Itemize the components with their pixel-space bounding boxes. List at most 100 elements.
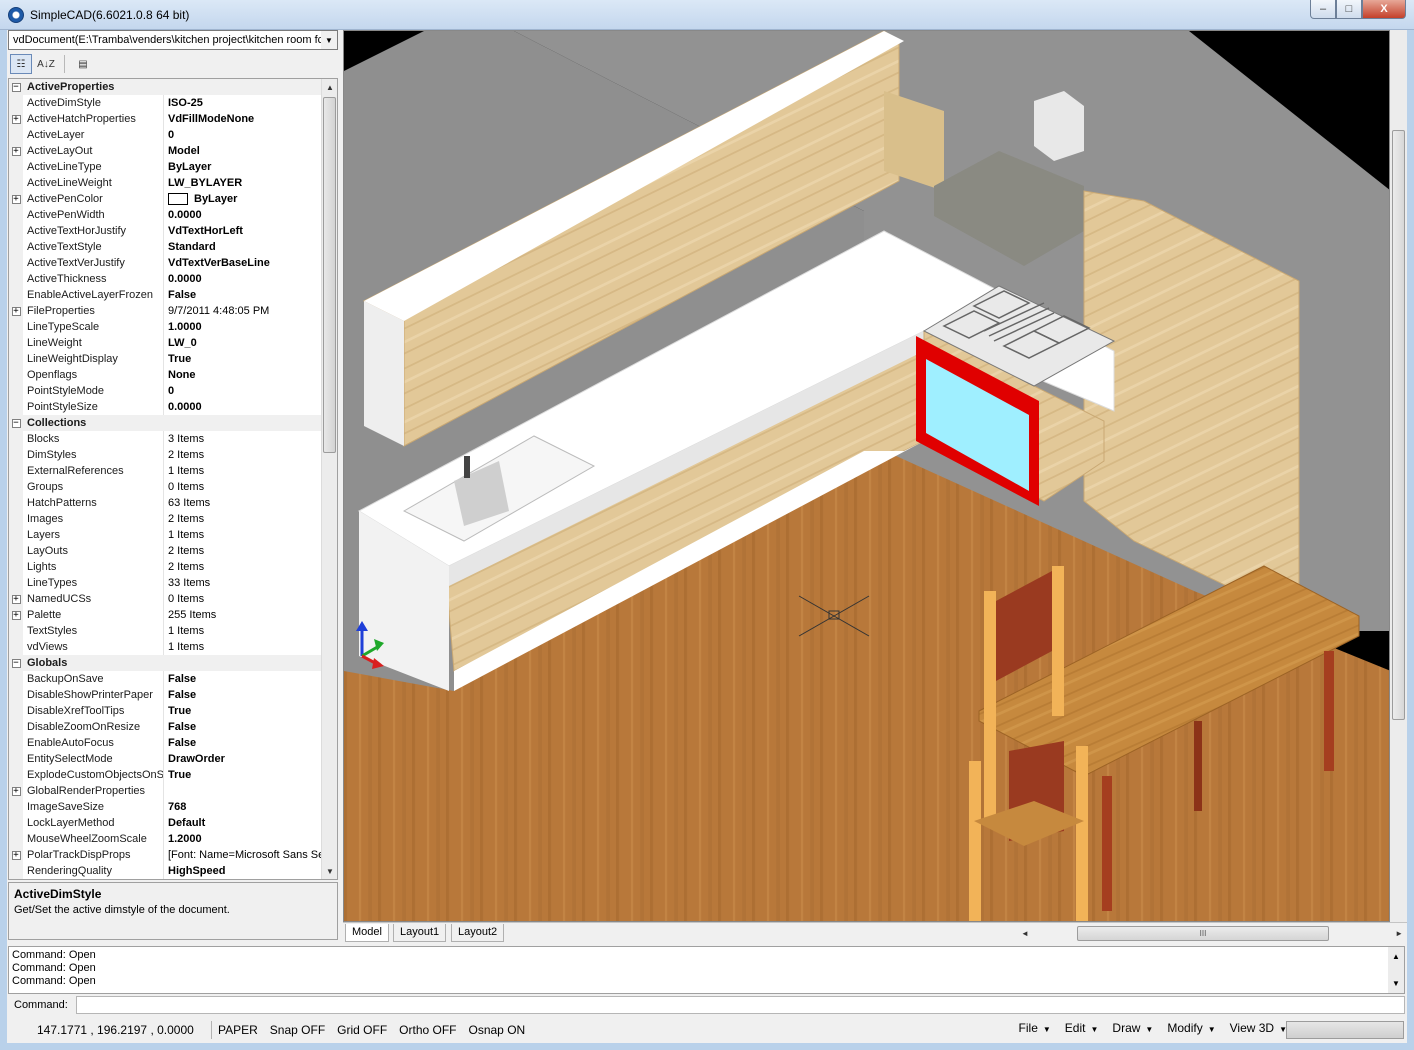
expand-icon[interactable]: + (11, 786, 21, 796)
property-row[interactable]: EntitySelectMode DrawOrder (9, 751, 323, 767)
property-row[interactable]: LockLayerMethod Default (9, 815, 323, 831)
property-value[interactable]: Standard (164, 239, 323, 255)
property-value[interactable]: 3 Items (164, 431, 323, 447)
property-row[interactable]: ExternalReferences 1 Items (9, 463, 323, 479)
property-row[interactable]: RenderingQuality HighSpeed (9, 863, 323, 879)
tab-layout1[interactable]: Layout1 (393, 924, 447, 942)
property-value[interactable]: 255 Items (164, 607, 323, 623)
property-row[interactable]: LayOuts 2 Items (9, 543, 323, 559)
property-value[interactable]: 0 (164, 383, 323, 399)
property-value[interactable]: 0.0000 (164, 399, 323, 415)
menu-edit[interactable]: Edit ▼ (1065, 1021, 1099, 1035)
property-row[interactable]: LineTypeScale 1.0000 (9, 319, 323, 335)
property-row[interactable]: PointStyleSize 0.0000 (9, 399, 323, 415)
close-button[interactable]: X (1362, 0, 1406, 19)
property-row[interactable]: TextStyles 1 Items (9, 623, 323, 639)
property-value[interactable]: LW_0 (164, 335, 323, 351)
property-row[interactable]: + ActivePenColor ByLayer (9, 191, 323, 207)
property-value[interactable]: DrawOrder (164, 751, 323, 767)
property-value[interactable]: False (164, 687, 323, 703)
scroll-down-icon[interactable]: ▼ (1388, 977, 1404, 990)
property-value[interactable]: True (164, 351, 323, 367)
drawing-viewport[interactable] (343, 30, 1390, 922)
property-row[interactable]: DisableShowPrinterPaper False (9, 687, 323, 703)
snap-toggle[interactable]: Snap OFF (264, 1021, 331, 1039)
property-value[interactable]: Model (164, 143, 323, 159)
property-grid-scrollbar[interactable]: ▲ ▼ (321, 79, 337, 879)
expand-icon[interactable]: + (11, 114, 21, 124)
property-value[interactable]: 33 Items (164, 575, 323, 591)
categorized-view-button[interactable]: ☷ (10, 54, 32, 74)
property-row[interactable]: MouseWheelZoomScale 1.2000 (9, 831, 323, 847)
tab-model[interactable]: Model (345, 924, 389, 942)
property-value[interactable]: 63 Items (164, 495, 323, 511)
property-value[interactable]: 1 Items (164, 527, 323, 543)
property-row[interactable]: Layers 1 Items (9, 527, 323, 543)
grid-toggle[interactable]: Grid OFF (331, 1021, 393, 1039)
property-value[interactable]: ByLayer (164, 191, 323, 207)
menu-modify[interactable]: Modify ▼ (1167, 1021, 1215, 1035)
property-pages-button[interactable]: ▤ (72, 54, 94, 74)
viewport-vertical-scrollbar[interactable] (1390, 30, 1407, 922)
tab-layout2[interactable]: Layout2 (451, 924, 505, 942)
property-value[interactable]: 1 Items (164, 463, 323, 479)
property-value[interactable]: VdTextVerBaseLine (164, 255, 323, 271)
property-value[interactable]: 0 Items (164, 591, 323, 607)
property-row[interactable]: ActivePenWidth 0.0000 (9, 207, 323, 223)
property-row[interactable]: Blocks 3 Items (9, 431, 323, 447)
scroll-up-icon[interactable]: ▲ (322, 79, 337, 95)
property-row[interactable]: ImageSaveSize 768 (9, 799, 323, 815)
expand-icon[interactable]: + (11, 850, 21, 860)
property-value[interactable]: 1.2000 (164, 831, 323, 847)
chevron-down-icon[interactable]: ▼ (321, 31, 337, 49)
alphabetical-sort-button[interactable]: A↓Z (35, 54, 57, 74)
command-input[interactable] (76, 996, 1405, 1014)
property-value[interactable]: 2 Items (164, 447, 323, 463)
property-value[interactable] (164, 783, 323, 799)
property-value[interactable]: ISO-25 (164, 95, 323, 111)
paper-toggle[interactable]: PAPER (212, 1021, 264, 1039)
property-row[interactable]: Openflags None (9, 367, 323, 383)
property-value[interactable]: False (164, 671, 323, 687)
property-row[interactable]: ExplodeCustomObjectsOnSa True (9, 767, 323, 783)
property-row[interactable]: Groups 0 Items (9, 479, 323, 495)
ortho-toggle[interactable]: Ortho OFF (393, 1021, 462, 1039)
property-row[interactable]: DisableXrefToolTips True (9, 703, 323, 719)
maximize-button[interactable]: □ (1336, 0, 1362, 19)
property-value[interactable]: 0 Items (164, 479, 323, 495)
property-row[interactable]: DimStyles 2 Items (9, 447, 323, 463)
property-row[interactable]: + ActiveLayOut Model (9, 143, 323, 159)
property-value[interactable]: 0.0000 (164, 207, 323, 223)
menu-file[interactable]: File ▼ (1019, 1021, 1051, 1035)
property-value[interactable]: 2 Items (164, 543, 323, 559)
property-row[interactable]: + NamedUCSs 0 Items (9, 591, 323, 607)
property-value[interactable]: VdTextHorLeft (164, 223, 323, 239)
property-row[interactable]: LineTypes 33 Items (9, 575, 323, 591)
property-value[interactable]: False (164, 287, 323, 303)
minimize-button[interactable]: – (1310, 0, 1336, 19)
property-value[interactable]: [Font: Name=Microsoft Sans Se (164, 847, 323, 863)
property-row[interactable]: ActiveTextStyle Standard (9, 239, 323, 255)
property-row[interactable]: ActiveThickness 0.0000 (9, 271, 323, 287)
property-row[interactable]: DisableZoomOnResize False (9, 719, 323, 735)
property-value[interactable]: 1 Items (164, 639, 323, 655)
property-value[interactable]: 768 (164, 799, 323, 815)
command-history-scrollbar[interactable]: ▲ ▼ (1388, 947, 1404, 993)
property-row[interactable]: LineWeightDisplay True (9, 351, 323, 367)
property-row[interactable]: EnableActiveLayerFrozen False (9, 287, 323, 303)
property-row[interactable]: EnableAutoFocus False (9, 735, 323, 751)
property-value[interactable]: HighSpeed (164, 863, 323, 879)
property-value[interactable]: Default (164, 815, 323, 831)
property-value[interactable]: 1 Items (164, 623, 323, 639)
menu-view3d[interactable]: View 3D ▼ (1230, 1021, 1287, 1035)
property-value[interactable]: 0 (164, 127, 323, 143)
property-value[interactable]: None (164, 367, 323, 383)
property-row[interactable]: HatchPatterns 63 Items (9, 495, 323, 511)
property-row[interactable]: + PolarTrackDispProps [Font: Name=Microsof… (9, 847, 323, 863)
property-value[interactable]: 0.0000 (164, 271, 323, 287)
menu-draw[interactable]: Draw ▼ (1112, 1021, 1153, 1035)
property-row[interactable]: ActiveLineWeight LW_BYLAYER (9, 175, 323, 191)
property-row[interactable]: LineWeight LW_0 (9, 335, 323, 351)
expand-icon[interactable]: + (11, 146, 21, 156)
property-value[interactable]: True (164, 703, 323, 719)
